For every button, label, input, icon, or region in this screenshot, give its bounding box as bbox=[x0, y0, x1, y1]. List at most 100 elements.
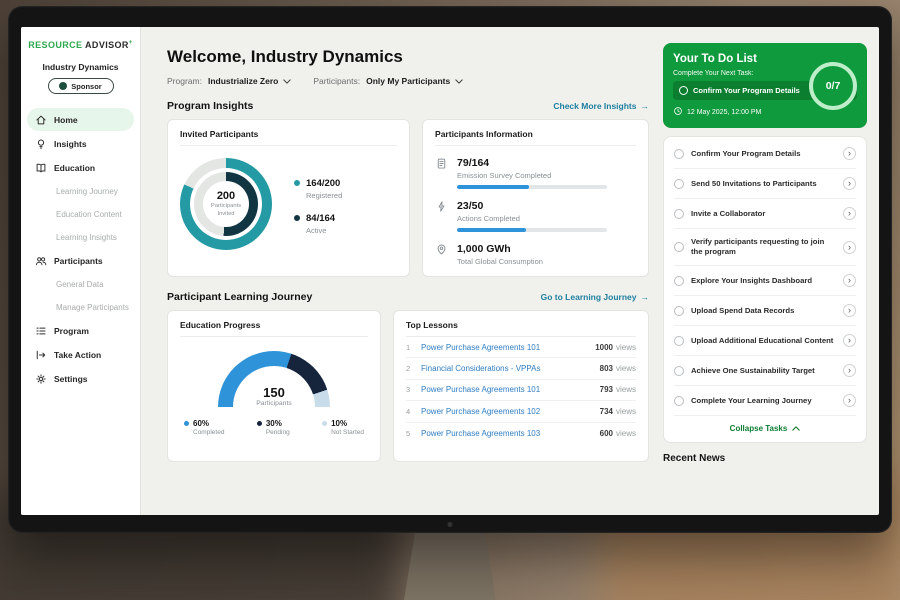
participants-filter-label: Participants: bbox=[313, 76, 360, 86]
chevron-right-icon[interactable]: › bbox=[843, 241, 856, 254]
chevron-right-icon[interactable]: › bbox=[843, 177, 856, 190]
todo-summary-card: Your To Do List Complete Your Next Task:… bbox=[663, 43, 867, 128]
collapse-tasks-button[interactable]: Collapse Tasks bbox=[674, 416, 856, 438]
insights-icon bbox=[35, 138, 47, 150]
task-item[interactable]: Invite a Collaborator › bbox=[674, 199, 856, 229]
task-item[interactable]: Confirm Your Program Details › bbox=[674, 139, 856, 169]
chevron-right-icon[interactable]: › bbox=[843, 304, 856, 317]
task-item[interactable]: Complete Your Learning Journey › bbox=[674, 386, 856, 416]
task-item[interactable]: Achieve One Sustainability Target › bbox=[674, 356, 856, 386]
sidebar-item-manage-participants[interactable]: Manage Participants bbox=[21, 296, 140, 319]
sidebar-nav: Home Insights Education Learning Journey… bbox=[21, 108, 140, 391]
chevron-right-icon[interactable]: › bbox=[843, 364, 856, 377]
checkbox-icon[interactable] bbox=[674, 396, 684, 406]
program-insights-header: Program Insights Check More Insights → bbox=[167, 100, 649, 112]
location-pin-icon bbox=[435, 243, 448, 261]
program-filter-label: Program: bbox=[167, 76, 202, 86]
take-action-icon bbox=[35, 349, 47, 361]
gauge-legend: 60% Completed 30% Pending 10% Not Starte… bbox=[180, 419, 368, 436]
legend-item-registered: 164/200 Registered bbox=[294, 178, 342, 200]
sidebar-item-learning-journey[interactable]: Learning Journey bbox=[21, 180, 140, 203]
lesson-link[interactable]: Financial Considerations - VPPAs bbox=[421, 364, 600, 373]
program-insights-title: Program Insights bbox=[167, 100, 253, 112]
scene: RESOURCE ADVISOR+ Industry Dynamics Spon… bbox=[0, 0, 900, 600]
lesson-row: 5 Power Purchase Agreements 103 600 view… bbox=[406, 423, 636, 444]
education-progress-card: Education Progress 150 Participants 60 bbox=[167, 310, 381, 462]
settings-icon bbox=[35, 373, 47, 385]
chevron-right-icon[interactable]: › bbox=[843, 147, 856, 160]
lesson-link[interactable]: Power Purchase Agreements 102 bbox=[421, 407, 600, 416]
invited-participants-donut: 200 Participants Invited bbox=[180, 158, 272, 250]
task-item[interactable]: Send 50 Invitations to Participants › bbox=[674, 169, 856, 199]
clock-icon bbox=[673, 106, 683, 118]
education-icon bbox=[35, 162, 47, 174]
chevron-right-icon[interactable]: › bbox=[843, 207, 856, 220]
checkbox-icon[interactable] bbox=[674, 336, 684, 346]
brand-primary: RESOURCE bbox=[28, 40, 82, 50]
sidebar-item-education[interactable]: Education bbox=[21, 156, 140, 180]
chevron-right-icon[interactable]: › bbox=[843, 394, 856, 407]
emission-survey-row: 79/164 Emission Survey Completed bbox=[435, 157, 636, 189]
consumption-row: 1,000 GWh Total Global Consumption bbox=[435, 243, 636, 266]
learning-journey-cards: Education Progress 150 Participants 60 bbox=[167, 310, 649, 462]
checkbox-icon[interactable] bbox=[674, 306, 684, 316]
check-more-insights-link[interactable]: Check More Insights → bbox=[553, 101, 649, 111]
checkbox-icon[interactable] bbox=[674, 276, 684, 286]
sidebar-item-general-data[interactable]: General Data bbox=[21, 273, 140, 296]
checkbox-icon[interactable] bbox=[674, 149, 684, 159]
card-title: Participants Information bbox=[435, 129, 636, 146]
top-lessons-card: Top Lessons 1 Power Purchase Agreements … bbox=[393, 310, 649, 462]
checkbox-icon[interactable] bbox=[674, 366, 684, 376]
todo-progress-ring: 0/7 bbox=[809, 62, 857, 110]
learning-journey-title: Participant Learning Journey bbox=[167, 291, 312, 303]
filter-bar: Program: Industrialize Zero Participants… bbox=[167, 76, 649, 86]
sidebar-item-participants[interactable]: Participants bbox=[21, 249, 140, 273]
checkbox-icon[interactable] bbox=[674, 242, 684, 252]
sidebar-item-home[interactable]: Home bbox=[27, 108, 134, 131]
chevron-up-icon bbox=[792, 426, 800, 431]
sidebar-item-settings[interactable]: Settings bbox=[21, 367, 140, 391]
brand-logo: RESOURCE ADVISOR+ bbox=[21, 40, 140, 50]
program-select[interactable]: Industrialize Zero bbox=[208, 76, 291, 86]
monitor-stand bbox=[404, 533, 496, 600]
chevron-right-icon[interactable]: › bbox=[843, 274, 856, 287]
lesson-link[interactable]: Power Purchase Agreements 103 bbox=[421, 429, 600, 438]
org-name: Industry Dynamics bbox=[21, 62, 140, 72]
monitor-power-led bbox=[448, 522, 453, 527]
sponsor-label: Sponsor bbox=[71, 82, 101, 91]
sidebar-item-insights[interactable]: Insights bbox=[21, 132, 140, 156]
sidebar-item-education-content[interactable]: Education Content bbox=[21, 203, 140, 226]
legend-dot bbox=[294, 180, 300, 186]
education-progress-gauge: 150 Participants bbox=[218, 351, 330, 407]
task-item[interactable]: Explore Your Insights Dashboard › bbox=[674, 266, 856, 296]
arrow-right-icon: → bbox=[641, 292, 650, 302]
chevron-down-icon bbox=[283, 76, 291, 86]
sidebar-item-program[interactable]: Program bbox=[21, 319, 140, 343]
sidebar-item-take-action[interactable]: Take Action bbox=[21, 343, 140, 367]
monitor-bezel: RESOURCE ADVISOR+ Industry Dynamics Spon… bbox=[8, 6, 892, 533]
task-item[interactable]: Upload Spend Data Records › bbox=[674, 296, 856, 326]
chevron-right-icon[interactable]: › bbox=[843, 334, 856, 347]
todo-task-list: Confirm Your Program Details › Send 50 I… bbox=[663, 136, 867, 443]
dashboard-screen: RESOURCE ADVISOR+ Industry Dynamics Spon… bbox=[21, 27, 879, 515]
legend-item-active: 84/164 Active bbox=[294, 213, 342, 235]
task-item[interactable]: Upload Additional Educational Content › bbox=[674, 326, 856, 356]
page-title: Welcome, Industry Dynamics bbox=[167, 47, 649, 67]
todo-column: Your To Do List Complete Your Next Task:… bbox=[661, 27, 879, 515]
checkbox-icon[interactable] bbox=[674, 179, 684, 189]
legend-item-pending: 30% Pending bbox=[257, 419, 290, 436]
sponsor-icon bbox=[59, 82, 67, 90]
learning-journey-header: Participant Learning Journey Go to Learn… bbox=[167, 291, 649, 303]
checkbox-icon bbox=[679, 86, 688, 95]
sidebar-item-learning-insights[interactable]: Learning Insights bbox=[21, 226, 140, 249]
participants-select[interactable]: Only My Participants bbox=[366, 76, 463, 86]
lesson-row: 2 Financial Considerations - VPPAs 803 v… bbox=[406, 358, 636, 379]
actions-icon bbox=[435, 200, 448, 218]
legend-dot bbox=[322, 421, 327, 426]
task-item[interactable]: Verify participants requesting to join t… bbox=[674, 229, 856, 266]
go-to-learning-journey-link[interactable]: Go to Learning Journey → bbox=[541, 292, 649, 302]
checkbox-icon[interactable] bbox=[674, 209, 684, 219]
lesson-link[interactable]: Power Purchase Agreements 101 bbox=[421, 343, 595, 352]
lesson-link[interactable]: Power Purchase Agreements 101 bbox=[421, 385, 600, 394]
legend-dot bbox=[184, 421, 189, 426]
